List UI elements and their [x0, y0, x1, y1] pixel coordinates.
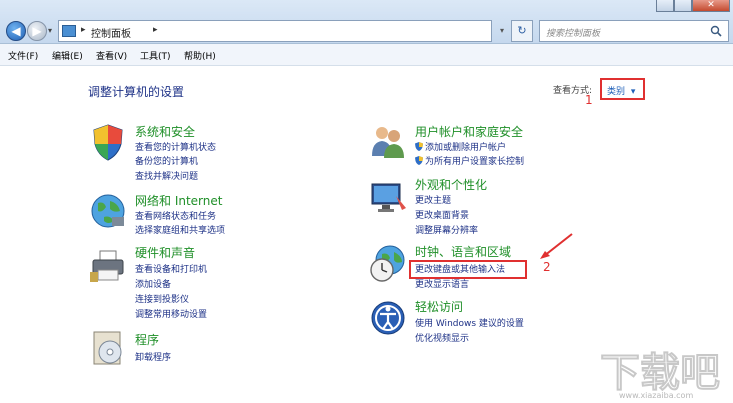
category-ease-of-access[interactable]: 轻松访问 — [415, 298, 463, 315]
link-add-remove-accounts-label: 添加或删除用户帐户 — [425, 143, 507, 153]
menu-file[interactable]: 文件(F) — [8, 49, 38, 62]
link-backup-computer[interactable]: 备份您的计算机 — [135, 154, 198, 167]
chevron-down-icon: ▾ — [630, 87, 636, 97]
address-history-dropdown[interactable]: ▾ — [500, 26, 504, 35]
link-windows-suggested-settings[interactable]: 使用 Windows 建议的设置 — [415, 316, 524, 329]
link-connect-projector[interactable]: 连接到投影仪 — [135, 292, 189, 305]
accessibility-icon[interactable] — [368, 298, 408, 338]
recent-pages-dropdown[interactable]: ▾ — [48, 26, 52, 35]
forward-button[interactable]: ▶ — [27, 21, 47, 41]
watermark-logo: 下载吧 — [599, 349, 721, 397]
maximize-button[interactable] — [674, 0, 692, 12]
back-button[interactable]: ◀ — [6, 21, 26, 41]
category-system-security[interactable]: 系统和安全 — [135, 123, 195, 140]
link-screen-resolution[interactable]: 调整屏幕分辨率 — [415, 223, 478, 236]
category-clock-language[interactable]: 时钟、语言和区域 — [415, 243, 511, 260]
watermark-url: www.xiazaiba.com — [619, 391, 694, 400]
uac-shield-icon — [415, 156, 423, 165]
printer-icon[interactable] — [88, 246, 128, 286]
link-add-device[interactable]: 添加设备 — [135, 277, 171, 290]
search-placeholder: 搜索控制面板 — [546, 29, 601, 39]
shield-icon[interactable] — [88, 122, 128, 162]
menu-edit[interactable]: 编辑(E) — [52, 49, 83, 62]
menu-bar: 文件(F) 编辑(E) 查看(V) 工具(T) 帮助(H) — [0, 44, 733, 66]
category-user-accounts[interactable]: 用户帐户和家庭安全 — [415, 123, 523, 140]
refresh-icon: ↻ — [517, 24, 527, 37]
category-appearance[interactable]: 外观和个性化 — [415, 176, 487, 193]
link-homegroup[interactable]: 选择家庭组和共享选项 — [135, 223, 225, 236]
close-button[interactable]: ✕ — [692, 0, 730, 12]
input-method-highlight — [409, 260, 527, 279]
link-network-status[interactable]: 查看网络状态和任务 — [135, 209, 216, 222]
users-icon[interactable] — [368, 122, 408, 162]
program-disc-icon[interactable] — [88, 328, 128, 368]
page-title: 调整计算机的设置 — [88, 85, 185, 99]
link-view-computer-status[interactable]: 查看您的计算机状态 — [135, 140, 216, 153]
link-desktop-background[interactable]: 更改桌面背景 — [415, 208, 469, 221]
search-icon[interactable] — [710, 25, 722, 37]
chevron-right-icon[interactable]: ▸ — [153, 25, 158, 35]
menu-help[interactable]: 帮助(H) — [184, 49, 216, 62]
forward-arrow-icon: ▶ — [32, 24, 42, 38]
category-network-internet[interactable]: 网络和 Internet — [135, 192, 222, 209]
link-mobility-settings[interactable]: 调整常用移动设置 — [135, 307, 207, 320]
link-add-remove-accounts[interactable]: 添加或删除用户帐户 — [415, 140, 506, 153]
chevron-right-icon[interactable]: ▸ — [81, 25, 86, 35]
menu-view[interactable]: 查看(V) — [96, 49, 127, 62]
address-bar[interactable]: ▸ 控制面板 ▸ — [58, 20, 492, 42]
back-arrow-icon: ◀ — [11, 24, 21, 38]
minimize-button[interactable] — [656, 0, 674, 12]
link-change-theme[interactable]: 更改主题 — [415, 193, 451, 206]
link-troubleshoot[interactable]: 查找并解决问题 — [135, 169, 198, 182]
breadcrumb-control-panel[interactable]: 控制面板 — [91, 25, 131, 40]
window-header: ✕ ◀ ▶ ▾ ▸ 控制面板 ▸ ▾ ↻ 搜索控制面板 — [0, 0, 733, 44]
svg-text:下载吧: 下载吧 — [600, 350, 720, 396]
view-by-dropdown[interactable]: 类别 ▾ — [600, 78, 645, 100]
search-input[interactable]: 搜索控制面板 — [539, 20, 729, 42]
clock-globe-icon[interactable] — [368, 244, 408, 284]
link-parental-controls[interactable]: 为所有用户设置家长控制 — [415, 154, 524, 167]
link-parental-controls-label: 为所有用户设置家长控制 — [425, 157, 525, 167]
monitor-icon[interactable] — [368, 178, 408, 218]
link-devices-printers[interactable]: 查看设备和打印机 — [135, 262, 207, 275]
link-uninstall-program[interactable]: 卸载程序 — [135, 350, 171, 363]
control-panel-icon — [62, 25, 76, 37]
refresh-button[interactable]: ↻ — [511, 20, 533, 42]
link-optimize-video[interactable]: 优化视频显示 — [415, 331, 469, 344]
annotation-number-2: 2 — [543, 260, 551, 274]
annotation-number-1: 1 — [585, 93, 593, 107]
category-programs[interactable]: 程序 — [135, 331, 159, 348]
uac-shield-icon — [415, 142, 423, 151]
category-hardware-sound[interactable]: 硬件和声音 — [135, 244, 195, 261]
globe-network-icon[interactable] — [88, 191, 128, 231]
close-icon: ✕ — [707, 0, 715, 10]
annotation-arrow — [540, 233, 573, 259]
menu-tools[interactable]: 工具(T) — [140, 49, 171, 62]
view-by-value: 类别 — [607, 87, 626, 97]
